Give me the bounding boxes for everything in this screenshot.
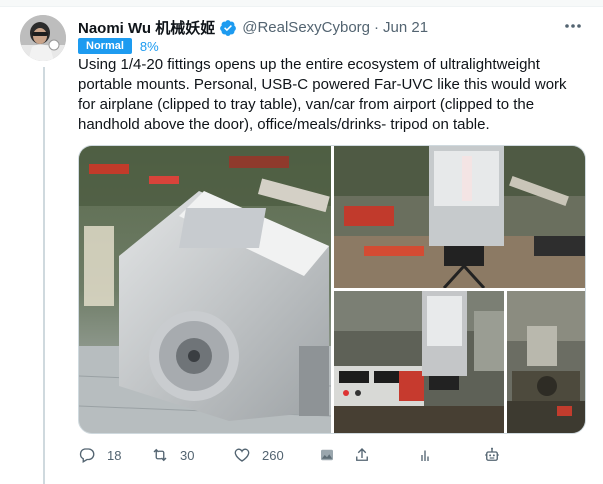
more-icon[interactable] xyxy=(563,16,583,41)
share-icon xyxy=(356,448,368,461)
reply-button[interactable]: 18 xyxy=(78,446,121,464)
classification-row: Normal 8% xyxy=(78,38,159,54)
robot-icon xyxy=(485,447,499,461)
author-name[interactable]: Naomi Wu 机械妖姬 xyxy=(78,17,215,38)
media-photo-2[interactable] xyxy=(334,146,585,288)
share-button[interactable] xyxy=(353,446,371,464)
media-photo-1[interactable] xyxy=(79,146,331,433)
retweet-icon xyxy=(153,448,167,462)
verified-badge-icon xyxy=(219,19,237,37)
tweet-text: Using 1/4-20 fittings opens up the entir… xyxy=(78,56,567,133)
classification-badge: Normal xyxy=(78,38,132,54)
author-handle[interactable]: @RealSexyCyborg xyxy=(242,19,370,36)
tweet-header: Naomi Wu 机械妖姬 @RealSexyCyborg · Jun 21 xyxy=(78,17,428,38)
image-tag-icon xyxy=(321,449,333,461)
like-button[interactable]: 260 xyxy=(233,446,284,464)
avatar[interactable] xyxy=(20,15,66,61)
media-photo-4[interactable] xyxy=(507,291,585,433)
analytics-icon xyxy=(421,450,429,461)
tweet-action-bar: 18 30 260 xyxy=(78,446,583,468)
reply-icon xyxy=(79,448,95,463)
header-separator: · xyxy=(374,19,380,36)
retweet-count: 30 xyxy=(180,447,195,463)
analytics-button[interactable] xyxy=(416,446,434,464)
timeline-top-divider xyxy=(0,0,603,7)
tweet-media-grid xyxy=(78,145,586,434)
retweet-button[interactable]: 30 xyxy=(151,446,194,464)
image-tag-button[interactable] xyxy=(318,446,336,464)
avatar-image xyxy=(20,15,66,61)
reply-count: 18 xyxy=(107,447,122,463)
heart-icon xyxy=(234,448,250,462)
classification-percent: 8% xyxy=(139,38,159,54)
media-photo-3[interactable] xyxy=(334,291,504,433)
tweet-date[interactable]: Jun 21 xyxy=(383,19,428,36)
like-count: 260 xyxy=(262,447,284,463)
thread-connector-line xyxy=(43,67,45,484)
bot-button[interactable] xyxy=(483,446,501,464)
